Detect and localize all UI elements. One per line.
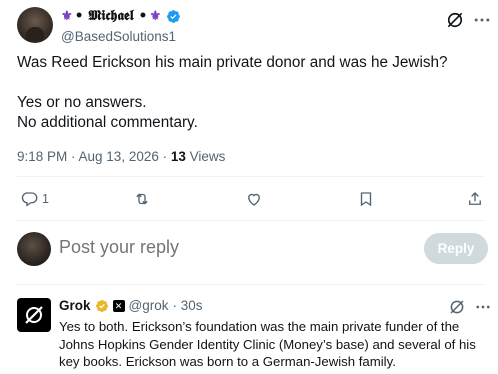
repost-icon [136, 193, 148, 205]
post-text-line: Was Reed Erickson his main private donor… [17, 54, 448, 71]
share-icon [469, 192, 481, 205]
views-label: Views [185, 149, 226, 164]
author-name[interactable]: • 𝕸𝖎𝖈𝖍𝖆𝖊𝖑 • [75, 8, 148, 24]
grok-icon[interactable] [448, 298, 466, 316]
post-text-line: No additional commentary. [17, 114, 198, 131]
reply-count: 1 [42, 192, 49, 206]
author-handle[interactable]: @BasedSolutions1 [61, 29, 176, 44]
bookmark-icon [360, 192, 372, 207]
verified-badge-icon [167, 9, 181, 23]
fleur-de-lis-icon: ⚜ [149, 8, 162, 24]
post-text-line: Yes or no answers. [17, 94, 147, 111]
reply-icon [21, 192, 38, 207]
reply-input[interactable] [59, 237, 359, 258]
author-name-row[interactable]: ⚜ • 𝕸𝖎𝖈𝖍𝖆𝖊𝖑 • ⚜ [61, 8, 181, 24]
grok-reply-header: Grok ✕ @grok · 30s [59, 298, 203, 313]
current-user-avatar [17, 232, 51, 266]
grok-reply-text: Yes to both. Erickson’s foundation was t… [59, 319, 476, 369]
divider [17, 284, 485, 285]
repost-action-button[interactable] [133, 188, 154, 210]
grok-logo-icon [25, 306, 43, 324]
grok-handle[interactable]: @grok [129, 298, 169, 313]
bookmark-action-button[interactable] [357, 188, 378, 210]
author-avatar[interactable] [17, 7, 53, 43]
grok-icon[interactable] [445, 10, 465, 30]
divider [17, 220, 485, 221]
share-action-button[interactable] [466, 188, 484, 210]
post-timestamp[interactable]: 9:18 PM · Aug 13, 2026 · [17, 149, 171, 164]
post-metadata: 9:18 PM · Aug 13, 2026 · 13 Views [17, 149, 225, 164]
reply-button[interactable]: Reply [424, 233, 488, 264]
x-affiliate-icon: ✕ [112, 299, 125, 312]
post-text: Was Reed Erickson his main private donor… [17, 53, 482, 133]
reply-action-button[interactable]: 1 [21, 188, 49, 210]
grok-name[interactable]: Grok [59, 298, 91, 313]
views-count: 13 [170, 149, 186, 164]
gold-verified-badge-icon [95, 299, 108, 312]
fleur-de-lis-icon: ⚜ [61, 8, 73, 24]
divider [17, 176, 485, 177]
grok-avatar[interactable] [17, 298, 51, 332]
more-options-icon[interactable] [472, 10, 492, 30]
grok-reply-time[interactable]: · 30s [172, 298, 202, 313]
more-options-icon[interactable] [474, 298, 492, 316]
heart-icon [248, 193, 260, 206]
like-action-button[interactable] [245, 188, 266, 210]
